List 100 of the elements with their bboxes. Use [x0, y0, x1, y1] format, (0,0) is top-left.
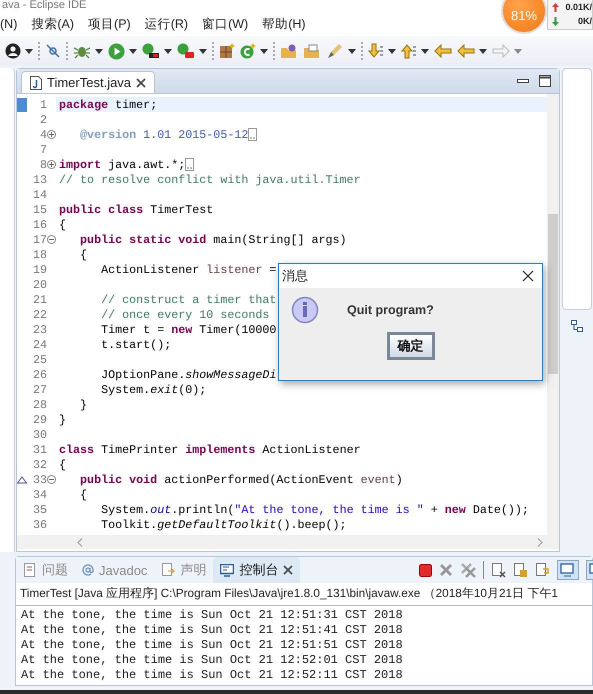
code-line: // once every 10 seconds	[100, 308, 270, 322]
line-number: 13	[32, 172, 47, 186]
line-number: 26	[32, 368, 47, 382]
expand-icon[interactable]	[47, 160, 56, 169]
previous-annotation-icon[interactable]	[401, 43, 417, 59]
code-line: // construct a timer that	[100, 292, 276, 306]
line-number: 1	[38, 98, 47, 112]
menu-item[interactable]: (N)	[0, 17, 18, 31]
download-speed: 0K/	[578, 16, 592, 26]
code-line: ActionListener listener =	[100, 262, 276, 276]
code-line: System.exit(0);	[100, 382, 206, 396]
menu-item[interactable]: 帮助(H)	[262, 16, 306, 32]
close-icon[interactable]	[283, 565, 294, 575]
folder-icon[interactable]	[303, 43, 321, 59]
menu-item[interactable]: 项目(P)	[88, 16, 131, 32]
scroll-lock-icon[interactable]	[513, 562, 528, 578]
outline-icon[interactable]	[570, 320, 582, 332]
back-arrow-icon[interactable]	[457, 44, 475, 58]
caret-icon[interactable]	[95, 48, 103, 54]
dialog-title: 消息	[282, 267, 308, 285]
caret-icon[interactable]	[199, 48, 207, 54]
code-line: {	[79, 248, 88, 262]
remove-launch-icon[interactable]	[439, 563, 453, 577]
code-line: }	[79, 398, 88, 412]
caret-icon[interactable]	[129, 48, 137, 54]
console-output-line: At the tone, the time is Sun Oct 21 12:52:01 CST 2018	[21, 653, 404, 668]
code-line: {	[59, 458, 66, 472]
line-number: 15	[32, 202, 47, 216]
panel-tab[interactable]: 控制台	[213, 557, 300, 583]
problems-icon	[23, 563, 37, 577]
code-line: public class TimerTest	[59, 202, 214, 216]
menu-item[interactable]: 窗口(W)	[202, 16, 248, 32]
stop-icon[interactable]	[419, 564, 432, 576]
console-output-line: At the tone, the time is Sun Oct 21 12:52:11 CST 2018	[21, 668, 404, 683]
external-tools-icon[interactable]	[177, 43, 195, 59]
java-file-icon	[30, 76, 42, 90]
line-number: 31	[32, 442, 47, 456]
folded-code-icon[interactable]	[248, 128, 258, 141]
collapse-icon[interactable]	[47, 235, 56, 244]
line-number: 36	[32, 518, 47, 532]
line-number: 25	[32, 352, 47, 366]
close-icon[interactable]	[522, 270, 534, 282]
line-number: 14	[32, 188, 47, 202]
line-number: 2	[38, 112, 47, 126]
word-wrap-icon[interactable]	[535, 562, 550, 578]
new-package-icon[interactable]	[219, 43, 235, 59]
code-line: public static void main(String[] args)	[79, 232, 347, 246]
code-line: Timer t = new Timer(10000	[100, 322, 276, 336]
caret-icon[interactable]	[388, 48, 396, 54]
close-icon[interactable]	[136, 78, 146, 88]
current-line-marker-icon	[17, 98, 27, 112]
upload-arrow-icon	[552, 2, 559, 12]
caret-icon[interactable]	[479, 48, 487, 54]
open-type-icon[interactable]	[280, 43, 298, 59]
caret-icon[interactable]	[348, 48, 356, 54]
code-line: {	[79, 488, 88, 502]
caret-icon[interactable]	[260, 48, 268, 54]
code-line: package timer;	[59, 98, 158, 112]
dialog-message: Quit program?	[347, 303, 434, 317]
code-line: t.start();	[100, 338, 172, 352]
caret-icon[interactable]	[421, 48, 429, 54]
menu-item[interactable]: 搜索(A)	[31, 16, 74, 32]
skip-breakpoints-icon[interactable]	[45, 43, 61, 59]
next-annotation-icon[interactable]	[368, 43, 384, 59]
code-line: public void actionPerformed(ActionEvent event)	[79, 472, 403, 486]
line-number: 29	[32, 412, 47, 426]
line-number: 23	[32, 322, 47, 336]
line-number: 21	[32, 292, 47, 306]
collapse-icon[interactable]	[47, 475, 56, 484]
window-title: ava - Eclipse IDE	[2, 0, 86, 11]
line-number: 34	[32, 488, 47, 502]
line-number: 20	[32, 278, 47, 292]
maximize-icon[interactable]	[539, 75, 551, 87]
line-number: 19	[32, 262, 47, 276]
run-coverage-icon[interactable]	[142, 43, 160, 59]
ok-button[interactable]: 确定	[386, 332, 434, 360]
line-number: 8	[38, 158, 47, 172]
folded-code-icon[interactable]	[185, 158, 194, 171]
expand-icon[interactable]	[47, 130, 56, 139]
pin-console-icon[interactable]	[557, 560, 579, 580]
pen-icon[interactable]	[326, 43, 344, 59]
clear-console-icon[interactable]	[491, 562, 506, 578]
code-line: import java.awt.*;	[59, 158, 186, 172]
at-sign-icon	[82, 564, 94, 576]
last-edit-icon[interactable]	[434, 44, 452, 58]
line-number: 16	[32, 218, 47, 232]
line-number: 4	[38, 128, 47, 142]
download-arrow-icon	[552, 16, 559, 26]
caret-icon[interactable]	[164, 48, 172, 54]
line-number: 18	[32, 248, 47, 262]
info-icon	[291, 296, 319, 324]
editor-tab[interactable]: TimerTest.java	[21, 71, 156, 93]
code-line: @version 1.01 2015-05-12	[79, 128, 248, 142]
code-line: }	[59, 412, 66, 426]
scrollbar[interactable]	[547, 94, 559, 535]
console-icon	[220, 564, 234, 576]
remove-all-icon[interactable]	[460, 562, 476, 578]
caret-icon[interactable]	[25, 48, 33, 54]
menu-item[interactable]: 运行(R)	[144, 16, 188, 32]
account-icon[interactable]	[5, 43, 21, 59]
